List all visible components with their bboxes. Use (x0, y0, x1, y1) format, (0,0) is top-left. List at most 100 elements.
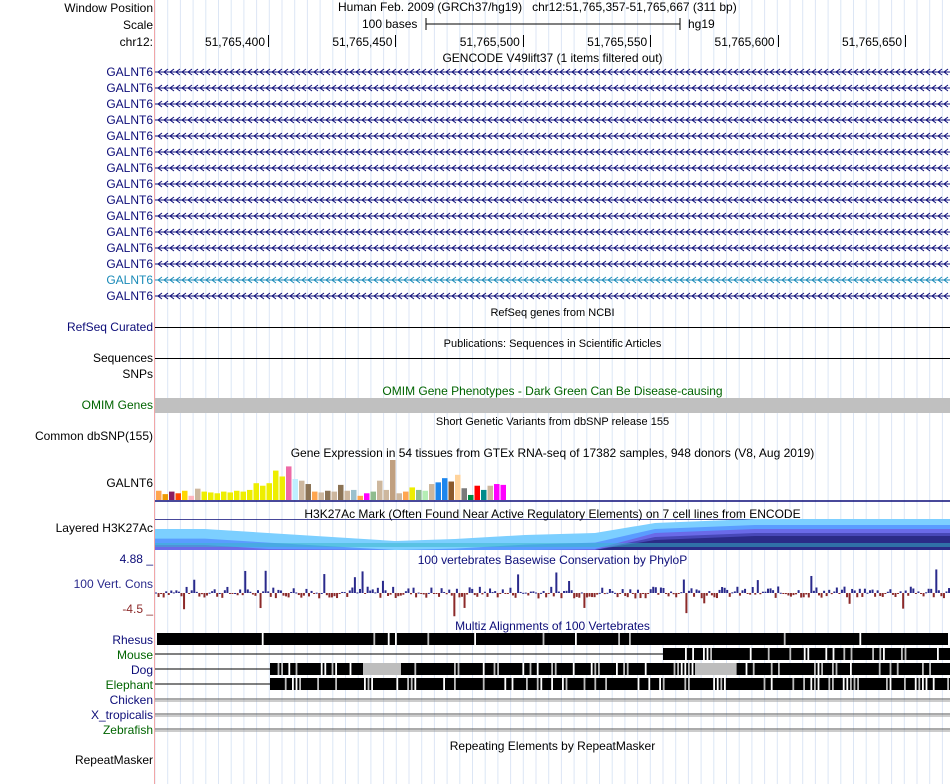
gtex-tissue-bar (383, 489, 389, 500)
gencode-transcript-label[interactable]: GALNT6 (106, 129, 153, 143)
phylop-score-bar (930, 588, 933, 593)
h3k27ac-track-label[interactable]: Layered H3K27Ac (56, 521, 153, 535)
ruler-tick-label: 51,765,500 (459, 35, 520, 49)
gencode-transcript-line[interactable] (155, 147, 950, 157)
publications-track-line[interactable] (155, 358, 950, 359)
phylop-score-bar (568, 580, 571, 593)
multiz-alignment[interactable] (155, 632, 950, 738)
refseq-track-line[interactable] (155, 327, 950, 328)
gencode-transcript-line[interactable] (155, 99, 950, 109)
phylop-score-bar (481, 593, 484, 595)
gencode-transcript-line[interactable] (155, 211, 950, 221)
phylop-track-title: 100 vertebrates Basewise Conservation by… (417, 553, 688, 567)
multiz-mismatch (814, 678, 816, 690)
gencode-transcript-label[interactable]: GALNT6 (106, 289, 153, 303)
phylop-score-bar (297, 593, 300, 596)
phylop-score-bar (922, 593, 925, 597)
gencode-transcript-line[interactable] (155, 115, 950, 125)
gencode-transcript-label[interactable]: GALNT6 (106, 257, 153, 271)
omim-track-label[interactable]: OMIM Genes (82, 398, 153, 412)
scale-text: 100 bases (362, 17, 418, 31)
multiz-mismatch (889, 663, 892, 675)
phylop-score-bar (175, 590, 178, 593)
phylop-score-bar (909, 586, 912, 593)
gencode-transcript-line[interactable] (155, 179, 950, 189)
multiz-mismatch (817, 663, 820, 675)
phylop-score-bar (580, 592, 583, 594)
gencode-transcript-line[interactable] (155, 275, 950, 285)
gencode-transcript-label[interactable]: GALNT6 (106, 193, 153, 207)
gencode-transcript-label[interactable]: GALNT6 (106, 161, 153, 175)
phylop-score-bar (810, 575, 813, 593)
phylop-score-bar (869, 590, 871, 593)
ruler-tick-mark (395, 35, 397, 47)
phylop-score-bar (731, 592, 734, 594)
phylop-score-bar (705, 593, 708, 596)
multiz-species-label[interactable]: Elephant (106, 678, 153, 692)
base-position-ruler[interactable]: 51,765,400 51,765,450 51,765,500 51,765,550… (155, 34, 950, 50)
phylop-score-bar (601, 587, 604, 593)
gtex-tissue-bar (481, 489, 487, 500)
phylop-score-bar (672, 593, 675, 595)
phylop-score-bar (626, 593, 629, 598)
gencode-transcript-line[interactable] (155, 243, 950, 253)
refseq-track-label[interactable]: RefSeq Curated (67, 320, 153, 334)
phylop-score-bar (195, 591, 198, 593)
phylop-score-bar (328, 593, 331, 598)
gencode-transcript-line[interactable] (155, 131, 950, 141)
multiz-mismatch (807, 648, 810, 660)
assembly-position-text[interactable]: Human Feb. 2009 (GRCh37/hg19) chr12:51,7… (338, 0, 737, 14)
multiz-mismatch (914, 678, 917, 690)
dbsnp-track-label[interactable]: Common dbSNP(155) (35, 429, 153, 443)
multiz-mismatch (685, 648, 687, 660)
multiz-species-label[interactable]: Chicken (110, 693, 153, 707)
multiz-mismatch (817, 678, 820, 690)
gencode-transcript-label[interactable]: GALNT6 (106, 65, 153, 79)
gencode-transcript-label[interactable]: GALNT6 (106, 97, 153, 111)
phylop-track-label[interactable]: 100 Vert. Cons (74, 577, 153, 591)
multiz-species-label[interactable]: X_tropicalis (91, 708, 153, 722)
phylop-score-bar (886, 591, 889, 593)
gencode-transcript-label[interactable]: GALNT6 (106, 209, 153, 223)
publications-track-label[interactable]: Sequences (93, 351, 153, 365)
gencode-transcript-label[interactable]: GALNT6 (106, 177, 153, 191)
gencode-transcript-label[interactable]: GALNT6 (106, 241, 153, 255)
multiz-species-label[interactable]: Mouse (117, 648, 153, 662)
h3k27ac-signal[interactable] (155, 519, 950, 551)
phylop-score-bar (527, 593, 530, 596)
gencode-transcript-label[interactable]: GALNT6 (106, 225, 153, 239)
multiz-species-label[interactable]: Dog (131, 663, 153, 677)
omim-phenotype-bar[interactable] (155, 398, 950, 413)
gencode-transcript-line[interactable] (155, 227, 950, 237)
multiz-mismatch (482, 678, 485, 690)
gencode-transcript-line[interactable] (155, 291, 950, 301)
gencode-transcript-line[interactable] (155, 67, 950, 77)
repeatmasker-track-label[interactable]: RepeatMasker (75, 753, 153, 767)
snps-track-label[interactable]: SNPs (122, 367, 153, 381)
phylop-conservation-plot[interactable] (155, 568, 950, 618)
multiz-mismatch (295, 678, 298, 690)
phylop-score-bar (172, 592, 175, 594)
phylop-score-bar (241, 593, 244, 596)
multiz-mismatch (904, 678, 906, 690)
gencode-transcript-line[interactable] (155, 195, 950, 205)
multiz-species-label[interactable]: Rhesus (112, 633, 153, 647)
gencode-transcript-label[interactable]: GALNT6 (106, 113, 153, 127)
phylop-score-bar (438, 593, 441, 597)
phylop-score-bar (473, 593, 476, 596)
gtex-expression-chart[interactable] (155, 460, 950, 504)
multiz-gray-block (363, 663, 401, 675)
gencode-transcript-line[interactable] (155, 259, 950, 269)
phylop-score-bar (830, 593, 833, 595)
gencode-transcript-line[interactable] (155, 163, 950, 173)
phylop-score-bar (560, 593, 563, 599)
phylop-score-bar (165, 591, 168, 593)
gencode-transcript-line[interactable] (155, 83, 950, 93)
gencode-transcript-label[interactable]: GALNT6 (106, 145, 153, 159)
phylop-score-bar (532, 591, 535, 593)
multiz-species-label[interactable]: Zebrafish (103, 723, 153, 737)
gencode-transcript-label[interactable]: GALNT6 (106, 81, 153, 95)
gtex-track-label[interactable]: GALNT6 (106, 476, 153, 490)
phylop-score-bar (216, 593, 219, 597)
gencode-transcript-label[interactable]: GALNT6 (106, 273, 153, 287)
